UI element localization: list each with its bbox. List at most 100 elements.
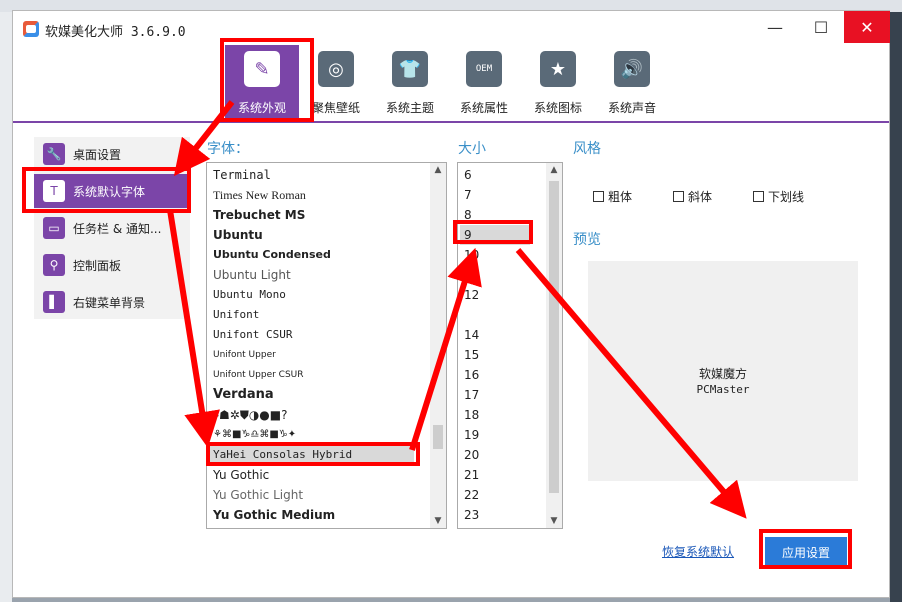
close-button[interactable]: ✕ — [844, 11, 890, 43]
tab-divider — [13, 121, 889, 123]
font-list-item[interactable]: Unifont CSUR — [213, 325, 292, 345]
font-list-item[interactable]: Yu Gothic — [213, 465, 269, 485]
sidebar-item-label: 桌面设置 — [73, 147, 122, 162]
checkbox-label: 斜体 — [688, 190, 713, 204]
tab-system-sounds[interactable]: 🔊 系统声音 — [595, 45, 669, 123]
tab-system-properties[interactable]: OEM 系统属性 — [447, 45, 521, 123]
font-list-item[interactable]: Verdana — [213, 385, 274, 405]
sidebar-item-label: 右键菜单背景 — [73, 295, 146, 310]
oem-icon: OEM — [466, 51, 502, 87]
size-list-item[interactable]: 10 — [464, 245, 479, 265]
speaker-icon: 🔊 — [614, 51, 650, 87]
sidebar-item-control-panel[interactable]: ⚲ 控制面板 — [34, 248, 190, 282]
window-title: 软媒美化大师 3.6.9.0 — [45, 25, 186, 40]
font-list-scrollbar[interactable]: ▲ ▼ — [430, 163, 446, 528]
size-list-item[interactable]: 15 — [464, 345, 479, 365]
sidebar-item-label: 系统默认字体 — [73, 184, 146, 199]
wrench-icon: 🔧 — [43, 143, 65, 165]
sidebar-item-label: 控制面板 — [73, 258, 122, 273]
font-list-item-selected[interactable]: YaHei Consolas Hybrid — [209, 445, 414, 465]
size-list-item[interactable]: 19 — [464, 425, 479, 445]
font-list-item[interactable]: Unifont Upper CSUR — [213, 365, 304, 385]
tab-label: 系统属性 — [459, 101, 508, 115]
size-list-item-selected[interactable]: 9 — [460, 225, 530, 245]
font-list-item[interactable]: Yu Gothic Medium — [213, 505, 335, 525]
size-list-item[interactable]: 17 — [464, 385, 479, 405]
scroll-thumb[interactable] — [549, 181, 559, 493]
font-list-item[interactable]: ▸☗✲⛊◑●■? — [213, 405, 288, 425]
scroll-down-icon[interactable]: ▼ — [430, 514, 446, 528]
size-list-item[interactable]: 12 — [464, 285, 479, 305]
title-bar[interactable]: 软媒美化大师 3.6.9.0 — ☐ ✕ — [13, 11, 890, 47]
tab-system-appearance[interactable]: ✎ 系统外观 — [225, 45, 299, 123]
app-logo-icon — [23, 21, 39, 37]
scroll-thumb[interactable] — [433, 425, 443, 449]
font-list-item[interactable]: Ubuntu Light — [213, 265, 291, 285]
scroll-up-icon[interactable]: ▲ — [430, 163, 446, 177]
preview-text-chinese: 软媒魔方 — [698, 367, 747, 381]
font-list-item[interactable]: ⚘⌘■♑♎⌘■♑✦ — [213, 425, 296, 445]
font-list-item[interactable]: Ubuntu Mono — [213, 285, 286, 305]
size-list-item[interactable]: 11 — [464, 265, 479, 285]
apply-settings-button[interactable]: 应用设置 — [765, 537, 847, 567]
sidebar-item-desktop[interactable]: 🔧 桌面设置 — [34, 137, 190, 171]
size-list-item[interactable]: 22 — [464, 485, 479, 505]
tab-label: 聚焦壁纸 — [311, 101, 360, 115]
checkbox-label: 下划线 — [768, 190, 805, 204]
size-list-item[interactable]: 14 — [464, 325, 479, 345]
underline-checkbox[interactable]: 下划线 — [753, 188, 804, 205]
sidebar-item-taskbar[interactable]: ▭ 任务栏 & 通知... — [34, 211, 190, 245]
tab-label: 系统声音 — [607, 101, 656, 115]
sidebar-item-default-font[interactable]: T 系统默认字体 — [34, 174, 190, 208]
tab-system-icons[interactable]: ★ 系统图标 — [521, 45, 595, 123]
checkbox-box[interactable] — [673, 191, 684, 202]
size-list[interactable]: 6 7 8 9 10 11 12 14 15 16 17 18 19 20 21… — [457, 162, 563, 529]
size-list-item[interactable]: 23 — [464, 505, 479, 525]
sidebar-item-context-menu[interactable]: ▌ 右键菜单背景 — [34, 285, 190, 319]
scroll-down-icon[interactable]: ▼ — [546, 514, 562, 528]
font-list-item[interactable]: Terminal — [213, 165, 271, 185]
font-list-item[interactable]: Unifont Upper — [213, 345, 276, 365]
tab-focus-wallpaper[interactable]: ◎ 聚焦壁纸 — [299, 45, 373, 123]
context-menu-icon: ▌ — [43, 291, 65, 313]
scroll-up-icon[interactable]: ▲ — [546, 163, 562, 177]
sidebar: 🔧 桌面设置 T 系统默认字体 ▭ 任务栏 & 通知... ⚲ 控制面板 ▌ 右… — [34, 137, 190, 319]
font-icon: T — [43, 180, 65, 202]
background-desktop-right — [890, 12, 902, 602]
size-list-item[interactable]: 7 — [464, 185, 472, 205]
tab-label: 系统图标 — [533, 101, 582, 115]
maximize-button[interactable]: ☐ — [798, 11, 844, 43]
font-list-item[interactable]: Times New Roman — [213, 185, 306, 205]
font-list-item[interactable]: Ubuntu — [213, 225, 263, 245]
size-list-item[interactable]: 20 — [464, 445, 479, 465]
target-icon: ◎ — [318, 51, 354, 87]
font-list-item[interactable]: Unifont — [213, 305, 259, 325]
taskbar-icon: ▭ — [43, 217, 65, 239]
bold-checkbox[interactable]: 粗体 — [593, 188, 632, 205]
sidebar-item-label: 任务栏 & 通知... — [73, 221, 162, 236]
size-list-item[interactable]: 21 — [464, 465, 479, 485]
tab-system-theme[interactable]: 👕 系统主题 — [373, 45, 447, 123]
size-list-scrollbar[interactable]: ▲ ▼ — [546, 163, 562, 528]
brush-icon: ✎ — [244, 51, 280, 87]
font-list-item[interactable]: Trebuchet MS — [213, 205, 305, 225]
size-list-item[interactable]: 18 — [464, 405, 479, 425]
minimize-button[interactable]: — — [752, 11, 798, 43]
restore-default-link[interactable]: 恢复系统默认 — [662, 543, 734, 560]
size-list-item[interactable]: 8 — [464, 205, 472, 225]
style-label: 风格 — [573, 141, 601, 157]
italic-checkbox[interactable]: 斜体 — [673, 188, 712, 205]
preview-label: 预览 — [573, 232, 601, 248]
style-options: 粗体 斜体 下划线 — [593, 188, 833, 208]
size-list-item[interactable]: 6 — [464, 165, 472, 185]
font-label: 字体： — [207, 141, 249, 157]
font-list-item[interactable]: Yu Gothic Light — [213, 485, 303, 505]
font-list[interactable]: Terminal Times New Roman Trebuchet MS Ub… — [206, 162, 447, 529]
tab-label: 系统外观 — [237, 101, 286, 115]
size-list-item[interactable]: 16 — [464, 365, 479, 385]
preview-text-latin: PCMaster — [696, 383, 750, 396]
checkbox-box[interactable] — [753, 191, 764, 202]
checkbox-box[interactable] — [593, 191, 604, 202]
font-list-item[interactable]: Ubuntu Condensed — [213, 245, 331, 265]
top-tab-bar: ✎ 系统外观 ◎ 聚焦壁纸 👕 系统主题 OEM 系统属性 ★ 系统图标 🔊 系… — [213, 45, 683, 123]
